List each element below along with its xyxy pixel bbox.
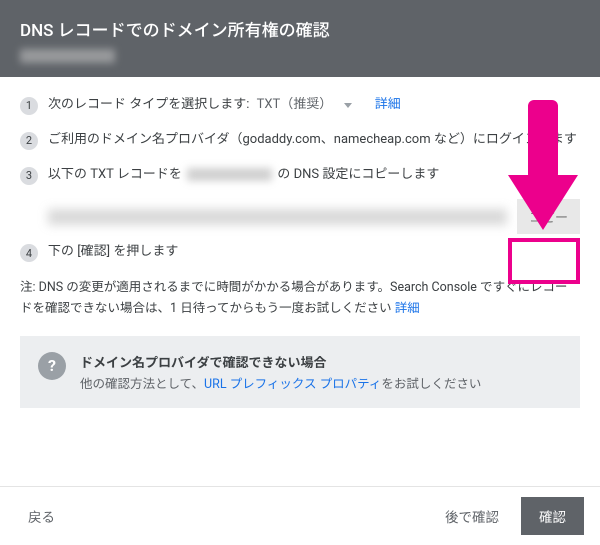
question-icon: ? xyxy=(38,352,66,380)
back-button[interactable]: 戻る xyxy=(16,498,67,534)
dialog-content: 1 次のレコード タイプを選択します: TXT（推奨） 詳細 2 ご利用のドメイ… xyxy=(0,77,600,408)
copy-button[interactable]: コピー xyxy=(517,199,580,234)
dialog-footer: 戻る 後で確認 確認 xyxy=(0,486,600,545)
step-4: 4 下の [確認] を押します xyxy=(20,242,580,263)
step-number: 3 xyxy=(20,167,38,185)
note-text: 注: DNS の変更が適用されるまでに時間がかかる場合があります。Search … xyxy=(20,280,568,316)
step-1: 1 次のレコード タイプを選択します: TXT（推奨） 詳細 xyxy=(20,95,580,116)
url-prefix-link[interactable]: URL プレフィックス プロパティ xyxy=(204,377,381,392)
step3-prefix: 以下の TXT レコードを xyxy=(48,167,182,182)
info-text-b: をお試しください xyxy=(381,377,481,392)
step-2: 2 ご利用のドメイン名プロバイダ（godaddy.com、namecheap.c… xyxy=(20,130,580,151)
info-text: 他の確認方法として、URL プレフィックス プロパティをお試しください xyxy=(80,373,562,392)
step3-suffix: の DNS 設定にコピーします xyxy=(277,167,439,182)
info-text-a: 他の確認方法として、 xyxy=(80,377,204,392)
step-3: 3 以下の TXT レコードを の DNS 設定にコピーします xyxy=(20,165,580,186)
confirm-button[interactable]: 確認 xyxy=(521,497,584,535)
record-type-select[interactable]: TXT（推奨） xyxy=(257,95,333,116)
alternative-info-box: ? ドメイン名プロバイダで確認できない場合 他の確認方法として、URL プレフィ… xyxy=(20,336,580,408)
dns-note: 注: DNS の変更が適用されるまでに時間がかかる場合があります。Search … xyxy=(20,277,580,320)
txt-record-row: コピー xyxy=(48,199,580,234)
chevron-down-icon[interactable] xyxy=(344,103,352,108)
step-text: 以下の TXT レコードを の DNS 設定にコピーします xyxy=(48,165,580,186)
info-title: ドメイン名プロバイダで確認できない場合 xyxy=(80,352,562,371)
step-number: 2 xyxy=(20,132,38,150)
dialog-header: DNS レコードでのドメイン所有権の確認 xyxy=(0,0,600,77)
step-text: ご利用のドメイン名プロバイダ（godaddy.com、namecheap.com… xyxy=(48,130,580,151)
step-text: 下の [確認] を押します xyxy=(48,242,580,263)
detail-link[interactable]: 詳細 xyxy=(375,95,401,116)
info-body: ドメイン名プロバイダで確認できない場合 他の確認方法として、URL プレフィック… xyxy=(80,352,562,392)
step-text: 次のレコード タイプを選択します: TXT（推奨） 詳細 xyxy=(48,95,580,116)
domain-name-blurred xyxy=(187,168,272,181)
domain-name-blurred xyxy=(20,49,115,63)
dialog-title: DNS レコードでのドメイン所有権の確認 xyxy=(20,16,580,41)
txt-record-value-blurred xyxy=(48,209,507,225)
note-detail-link[interactable]: 詳細 xyxy=(395,301,420,316)
step-number: 4 xyxy=(20,244,38,262)
step-number: 1 xyxy=(20,97,38,115)
step1-label: 次のレコード タイプを選択します: xyxy=(48,97,249,112)
later-button[interactable]: 後で確認 xyxy=(433,498,511,534)
